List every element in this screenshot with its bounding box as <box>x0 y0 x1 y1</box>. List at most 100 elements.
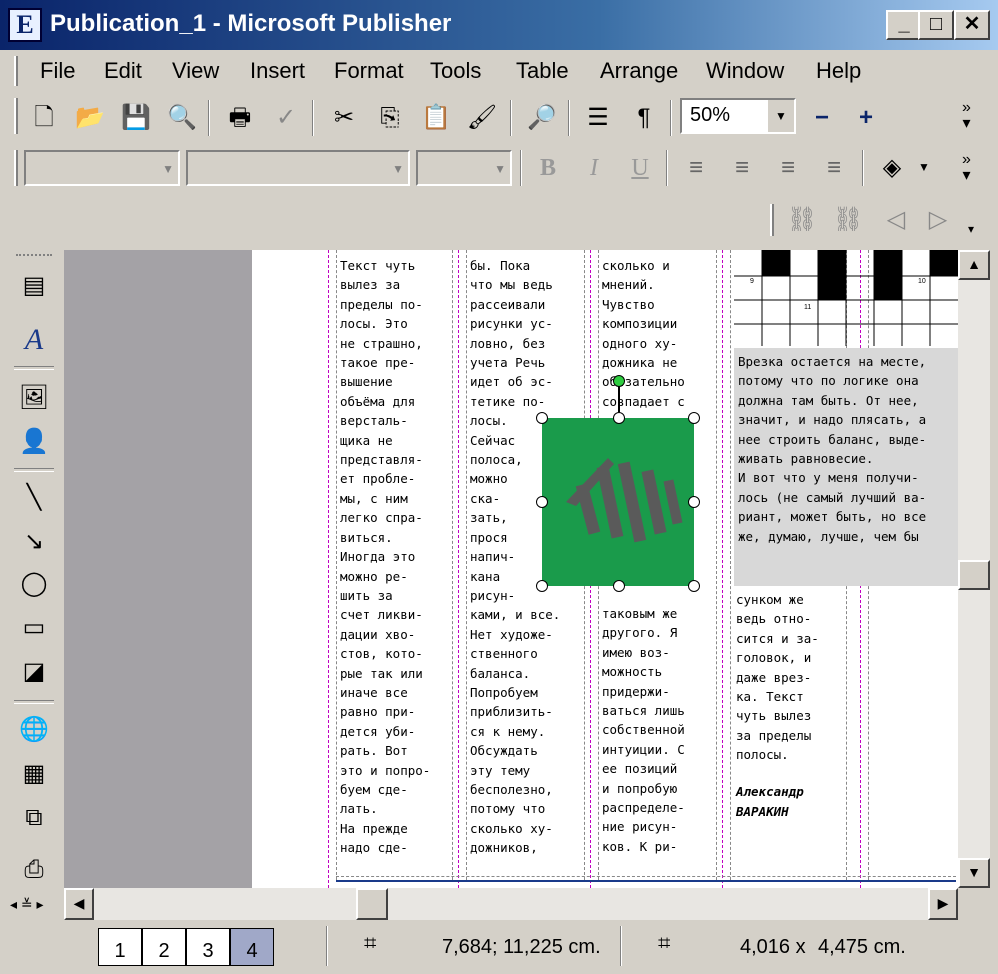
chevron-down-icon[interactable]: ▼ <box>918 160 930 174</box>
underline-button[interactable]: U <box>620 148 660 188</box>
text-column-3-top[interactable]: сколько и мнений. Чувство композиции одного … <box>602 256 685 411</box>
toolbar-scroll-icon[interactable]: ◂ ≚ ▸ <box>10 896 44 913</box>
horizontal-scroll-thumb[interactable] <box>356 888 388 920</box>
columns-icon[interactable]: ☰ <box>578 98 618 138</box>
resize-handle-s[interactable] <box>613 580 625 592</box>
text-column-1[interactable]: Текст чуть вылез за пределы по-лосы. Это не… <box>340 256 430 858</box>
page-button-4-active[interactable]: 4 <box>230 928 274 966</box>
menu-help[interactable]: Help <box>816 58 861 84</box>
open-icon[interactable]: 📂 <box>70 98 110 138</box>
horizontal-scrollbar[interactable] <box>64 888 958 920</box>
zoom-in-icon[interactable]: + <box>846 98 886 138</box>
page-button-2[interactable]: 2 <box>142 928 186 966</box>
scroll-right-button[interactable]: ▶ <box>928 888 958 920</box>
form-control-tool-icon[interactable]: ▦ <box>14 756 54 792</box>
format-painter-icon[interactable]: 🖌 <box>462 98 502 138</box>
zoom-select[interactable]: 50% ▼ <box>680 98 796 134</box>
cut-icon[interactable]: ✂ <box>324 98 364 138</box>
resize-handle-w[interactable] <box>536 496 548 508</box>
justify-icon[interactable]: ≡ <box>814 148 854 188</box>
resize-handle-nw[interactable] <box>536 412 548 424</box>
scroll-left-button[interactable]: ◀ <box>64 888 94 920</box>
scroll-up-button[interactable]: ▲ <box>958 250 990 280</box>
resize-handle-ne[interactable] <box>688 412 700 424</box>
format-toolbar-grip[interactable] <box>14 150 18 186</box>
resize-handle-sw[interactable] <box>536 580 548 592</box>
toolbar-overflow-icon[interactable]: » ▾ <box>962 100 971 132</box>
toolbar-overflow-icon[interactable]: » ▾ <box>962 152 971 184</box>
publication-page[interactable]: 9 10 11 Текст чуть вылез за пределы по-лос… <box>252 250 958 888</box>
zoom-page-icon[interactable]: 🔎 <box>522 98 562 138</box>
italic-button[interactable]: I <box>574 148 614 188</box>
line-tool-icon[interactable]: ╲ <box>14 480 54 516</box>
crossword-grid[interactable]: 9 10 11 <box>734 250 958 346</box>
spelling-icon[interactable]: ✓ <box>266 98 306 138</box>
text-box-tool-icon[interactable]: ▤ <box>14 268 54 304</box>
custom-shapes-tool-icon[interactable]: ◪ <box>14 654 54 690</box>
clip-art-tool-icon[interactable]: 👤 <box>14 424 54 460</box>
html-fragment-tool-icon[interactable]: ⧉ <box>14 800 54 836</box>
picture-frame-tool-icon[interactable]: 🖼 <box>14 380 54 416</box>
publisher-app-icon[interactable]: E <box>8 8 42 42</box>
sidebar-text-box[interactable]: Врезка остается на месте, потому что по л… <box>734 348 958 586</box>
design-gallery-tool-icon[interactable]: ⎙ <box>14 852 54 888</box>
paste-icon[interactable]: 📋 <box>416 98 456 138</box>
hot-spot-tool-icon[interactable]: 🌐 <box>14 712 54 748</box>
resize-handle-e[interactable] <box>688 496 700 508</box>
next-textbox-icon[interactable]: ▷ <box>918 200 958 240</box>
paragraph-icon[interactable]: ¶ <box>624 98 664 138</box>
previous-textbox-icon[interactable]: ◁ <box>876 200 916 240</box>
wordart-tool-icon[interactable]: A <box>14 322 54 358</box>
chevron-down-icon[interactable]: ▼ <box>768 100 794 132</box>
menu-insert[interactable]: Insert <box>250 58 305 84</box>
close-button[interactable]: ✕ <box>954 10 990 40</box>
menu-window[interactable]: Window <box>706 58 784 84</box>
print-preview-icon[interactable]: 🔍 <box>162 98 202 138</box>
text-column-3-bottom[interactable]: таковым же другого. Я имею воз-можность при… <box>602 604 685 856</box>
menu-edit[interactable]: Edit <box>104 58 142 84</box>
style-select[interactable]: ▼ <box>24 150 180 186</box>
menu-file[interactable]: File <box>40 58 75 84</box>
text-column-4-bottom[interactable]: сунком же ведь отно-сится и за-головок, и… <box>736 590 819 765</box>
resize-handle-n[interactable] <box>613 412 625 424</box>
objects-toolbar-grip[interactable] <box>16 254 52 260</box>
text-line: сунком же <box>736 592 804 607</box>
menu-tools[interactable]: Tools <box>430 58 481 84</box>
scroll-down-button[interactable]: ▼ <box>958 858 990 888</box>
toolbar-grip[interactable] <box>14 98 18 134</box>
menu-arrange[interactable]: Arrange <box>600 58 678 84</box>
link-textbox-icon[interactable]: ⛓ <box>782 200 822 240</box>
copy-icon[interactable]: ⎘ <box>370 98 410 138</box>
vertical-scroll-thumb[interactable] <box>958 560 990 590</box>
align-left-icon[interactable]: ≡ <box>676 148 716 188</box>
menu-view[interactable]: View <box>172 58 219 84</box>
bold-button[interactable]: B <box>528 148 568 188</box>
print-icon[interactable]: 🖶 <box>220 98 260 138</box>
rotation-handle[interactable] <box>613 375 625 387</box>
save-icon[interactable]: 💾 <box>116 98 156 138</box>
oval-tool-icon[interactable]: ◯ <box>14 566 54 602</box>
connect-toolbar-grip[interactable] <box>770 204 774 236</box>
maximize-button[interactable]: □ <box>918 10 954 40</box>
new-icon[interactable]: 🗋 <box>24 98 64 138</box>
zoom-out-icon[interactable]: − <box>802 98 842 138</box>
page-button-1[interactable]: 1 <box>98 928 142 966</box>
sidebar-text-line: потому что по логике она <box>738 373 919 389</box>
unlink-textbox-icon[interactable]: ⛓ <box>828 200 868 240</box>
rectangle-tool-icon[interactable]: ▭ <box>14 610 54 646</box>
align-center-icon[interactable]: ≡ <box>722 148 762 188</box>
toolbar-overflow-icon[interactable]: ▾ <box>968 222 974 236</box>
minimize-button[interactable]: _ <box>886 10 922 40</box>
font-select[interactable]: ▼ <box>186 150 410 186</box>
selected-picture[interactable] <box>542 418 694 586</box>
page-button-3[interactable]: 3 <box>186 928 230 966</box>
menu-format[interactable]: Format <box>334 58 404 84</box>
fill-color-icon[interactable]: ◈ <box>872 148 912 188</box>
font-size-select[interactable]: ▼ <box>416 150 512 186</box>
align-right-icon[interactable]: ≡ <box>768 148 808 188</box>
arrow-tool-icon[interactable]: ↘ <box>14 524 54 560</box>
menu-grip[interactable] <box>14 56 18 86</box>
resize-handle-se[interactable] <box>688 580 700 592</box>
sidebar-text-line: И вот что у меня получи- <box>738 470 919 486</box>
menu-table[interactable]: Table <box>516 58 569 84</box>
